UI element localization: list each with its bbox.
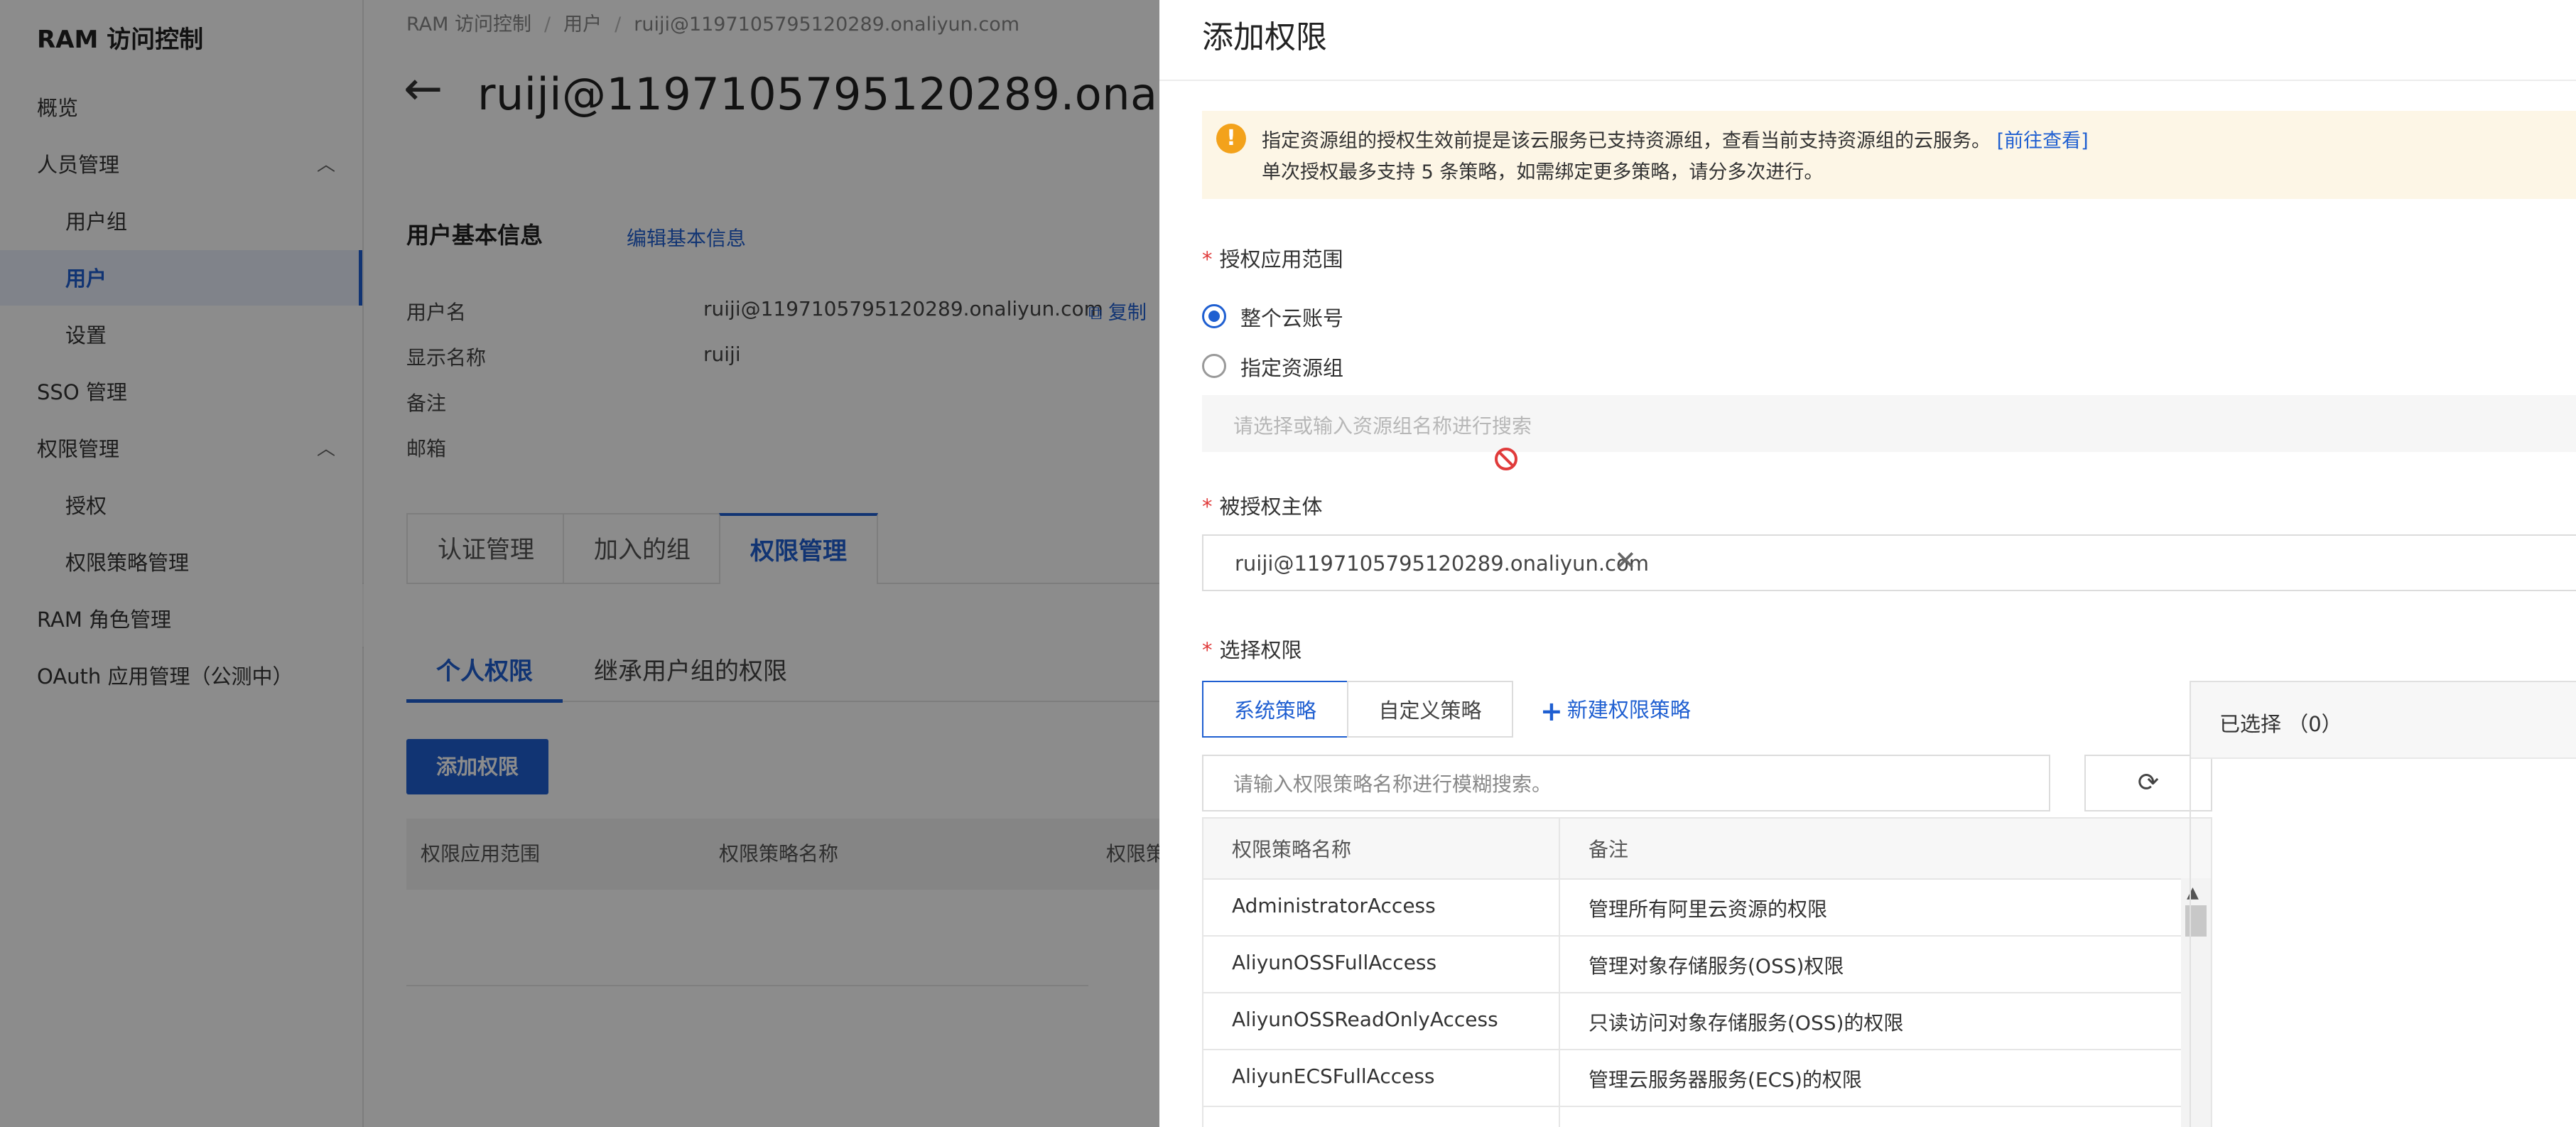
divider — [1159, 80, 2576, 81]
table-row[interactable]: AliyunOSSFullAccess 管理对象存储服务(OSS)权限 — [1203, 935, 2181, 993]
notice-line-2: 单次授权最多支持 5 条策略，如需绑定更多策略，请分多次进行。 — [1262, 161, 1824, 183]
view-supported-services-link[interactable]: [前往查看] — [1997, 130, 2089, 152]
selected-policies-panel: 已选择 （0） — [2190, 681, 2576, 1127]
new-policy-link[interactable]: + 新建权限策略 — [1540, 694, 1691, 727]
add-permission-drawer: 添加权限 ! 指定资源组的授权生效前提是该云服务已支持资源组，查看当前支持资源组… — [1159, 0, 2576, 1127]
notice-line-1: 指定资源组的授权生效前提是该云服务已支持资源组，查看当前支持资源组的云服务。 — [1262, 130, 1991, 152]
policy-search-box[interactable] — [1202, 755, 2050, 811]
resource-group-placeholder: 请选择或输入资源组名称进行搜索 — [1233, 414, 1532, 438]
required-mark: * — [1202, 247, 1213, 271]
policy-name: AliyunOSSFullAccess — [1232, 951, 1437, 974]
column-header: 备注 — [1589, 838, 1629, 861]
new-policy-label: 新建权限策略 — [1566, 698, 1691, 722]
close-icon[interactable]: ✕ — [1614, 546, 1637, 576]
scope-label-text: 授权应用范围 — [1219, 247, 1343, 271]
radio-label-resource-group[interactable]: 指定资源组 — [1240, 352, 1343, 382]
policy-note: 管理对象存储服务(OSS)权限 — [1589, 954, 1844, 978]
selected-count-label: 已选择 （0） — [2219, 712, 2342, 736]
principal-tag: ruiji@1197105795120289.onaliyun.com — [1235, 551, 1649, 576]
policy-table-header: 权限策略名称 备注 — [1203, 819, 2211, 880]
column-header: 权限策略名称 — [1232, 838, 1352, 861]
drawer-title: 添加权限 — [1202, 19, 1327, 55]
policy-search-input[interactable] — [1232, 769, 2016, 799]
table-row[interactable]: AliyunECSFullAccess 管理云服务器服务(ECS)的权限 — [1203, 1049, 2181, 1107]
column-divider — [1559, 819, 1560, 1127]
not-allowed-cursor-icon — [1495, 448, 1517, 470]
policy-name: AdministratorAccess — [1232, 894, 1436, 917]
policy-note: 只读访问对象存储服务(OSS)的权限 — [1589, 1011, 1904, 1035]
radio-whole-account[interactable] — [1202, 304, 1226, 328]
principal-label-text: 被授权主体 — [1219, 495, 1323, 519]
scope-label: * 授权应用范围 — [1202, 243, 1343, 273]
required-mark: * — [1202, 495, 1213, 519]
select-permission-label-text: 选择权限 — [1219, 638, 1302, 662]
selected-panel-header: 已选择 （0） — [2191, 682, 2576, 759]
modal-overlay[interactable] — [0, 0, 1159, 1127]
tab-custom-policy[interactable]: 自定义策略 — [1347, 681, 1513, 738]
principal-label: * 被授权主体 — [1202, 490, 1323, 520]
required-mark: * — [1202, 638, 1213, 662]
warning-icon: ! — [1216, 124, 1246, 153]
select-permission-label: * 选择权限 — [1202, 634, 1302, 664]
notice-banner: ! 指定资源组的授权生效前提是该云服务已支持资源组，查看当前支持资源组的云服务。… — [1202, 111, 2576, 199]
policy-note: 管理所有阿里云资源的权限 — [1589, 897, 1828, 921]
resource-group-select[interactable]: 请选择或输入资源组名称进行搜索 — [1202, 395, 2576, 452]
principal-field[interactable]: ruiji@1197105795120289.onaliyun.com ✕ — [1202, 534, 2576, 591]
table-row[interactable]: AdministratorAccess 管理所有阿里云资源的权限 — [1203, 878, 2181, 937]
refresh-icon: ⟳ — [2137, 768, 2160, 797]
radio-resource-group[interactable] — [1202, 354, 1226, 378]
notice-text: 指定资源组的授权生效前提是该云服务已支持资源组，查看当前支持资源组的云服务。 [… — [1262, 125, 2089, 153]
policy-note: 管理云服务器服务(ECS)的权限 — [1589, 1068, 1862, 1091]
policy-name: AliyunOSSReadOnlyAccess — [1232, 1008, 1498, 1031]
radio-label-whole-account[interactable]: 整个云账号 — [1240, 302, 1343, 332]
table-row[interactable]: AliyunOSSReadOnlyAccess 只读访问对象存储服务(OSS)的… — [1203, 992, 2181, 1050]
policy-table: 权限策略名称 备注 AdministratorAccess 管理所有阿里云资源的… — [1202, 817, 2212, 1127]
plus-icon: + — [1540, 696, 1563, 727]
tab-system-policy[interactable]: 系统策略 — [1202, 681, 1348, 738]
policy-name: AliyunECSFullAccess — [1232, 1064, 1435, 1088]
